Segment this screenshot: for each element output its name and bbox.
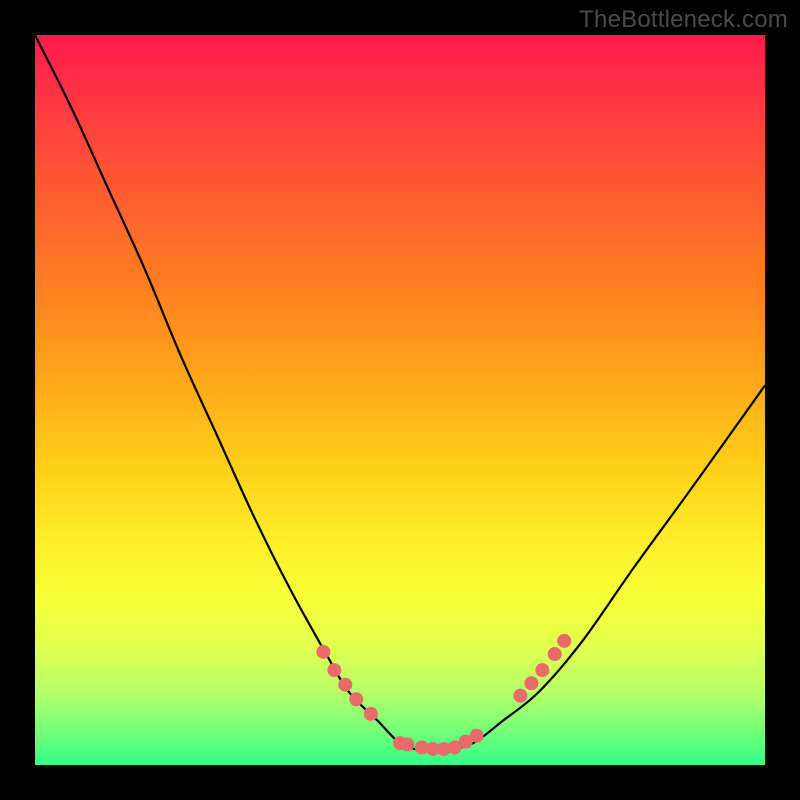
marker-dot bbox=[557, 634, 571, 648]
marker-dot bbox=[513, 689, 527, 703]
marker-dot bbox=[524, 676, 538, 690]
watermark-text: TheBottleneck.com bbox=[579, 6, 788, 34]
marker-dot bbox=[400, 738, 414, 752]
marker-dot bbox=[548, 647, 562, 661]
chart-svg bbox=[35, 35, 765, 765]
marker-dot bbox=[338, 678, 352, 692]
chart-frame: TheBottleneck.com bbox=[0, 0, 800, 800]
marker-dot bbox=[535, 663, 549, 677]
marker-dot bbox=[364, 707, 378, 721]
marker-dot bbox=[470, 729, 484, 743]
marker-dot bbox=[349, 692, 363, 706]
marker-dot bbox=[316, 645, 330, 659]
plot-area bbox=[35, 35, 765, 765]
marker-group bbox=[316, 634, 571, 756]
bottleneck-curve bbox=[35, 35, 765, 751]
marker-dot bbox=[327, 663, 341, 677]
